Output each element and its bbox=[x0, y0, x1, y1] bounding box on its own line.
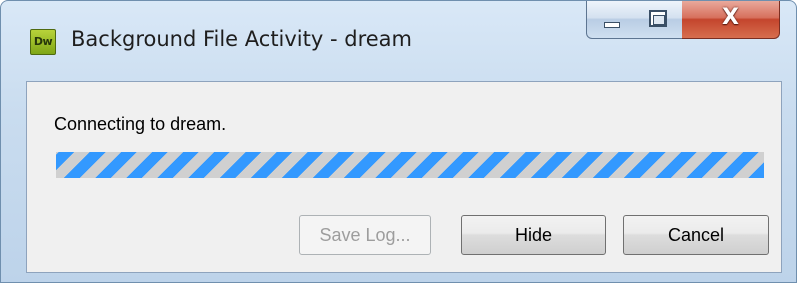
close-icon: X bbox=[722, 5, 739, 30]
close-button[interactable]: X bbox=[682, 1, 780, 39]
minimize-button[interactable] bbox=[586, 1, 636, 39]
cancel-button[interactable]: Cancel bbox=[623, 215, 769, 255]
window-title: Background File Activity - dream bbox=[71, 27, 412, 51]
maximize-icon bbox=[649, 10, 667, 27]
dreamweaver-app-icon: Dw bbox=[30, 29, 56, 55]
save-log-button[interactable]: Save Log... bbox=[299, 215, 431, 255]
dialog-window: Dw Background File Activity - dream X Co… bbox=[0, 0, 797, 283]
maximize-button[interactable] bbox=[635, 1, 683, 39]
progress-bar bbox=[56, 152, 764, 178]
dialog-body: Connecting to dream. Save Log... Hide Ca… bbox=[26, 81, 782, 273]
hide-button[interactable]: Hide bbox=[461, 215, 606, 255]
status-message: Connecting to dream. bbox=[54, 114, 227, 134]
minimize-icon bbox=[604, 22, 620, 28]
title-bar[interactable]: Dw Background File Activity - dream X bbox=[1, 1, 796, 81]
